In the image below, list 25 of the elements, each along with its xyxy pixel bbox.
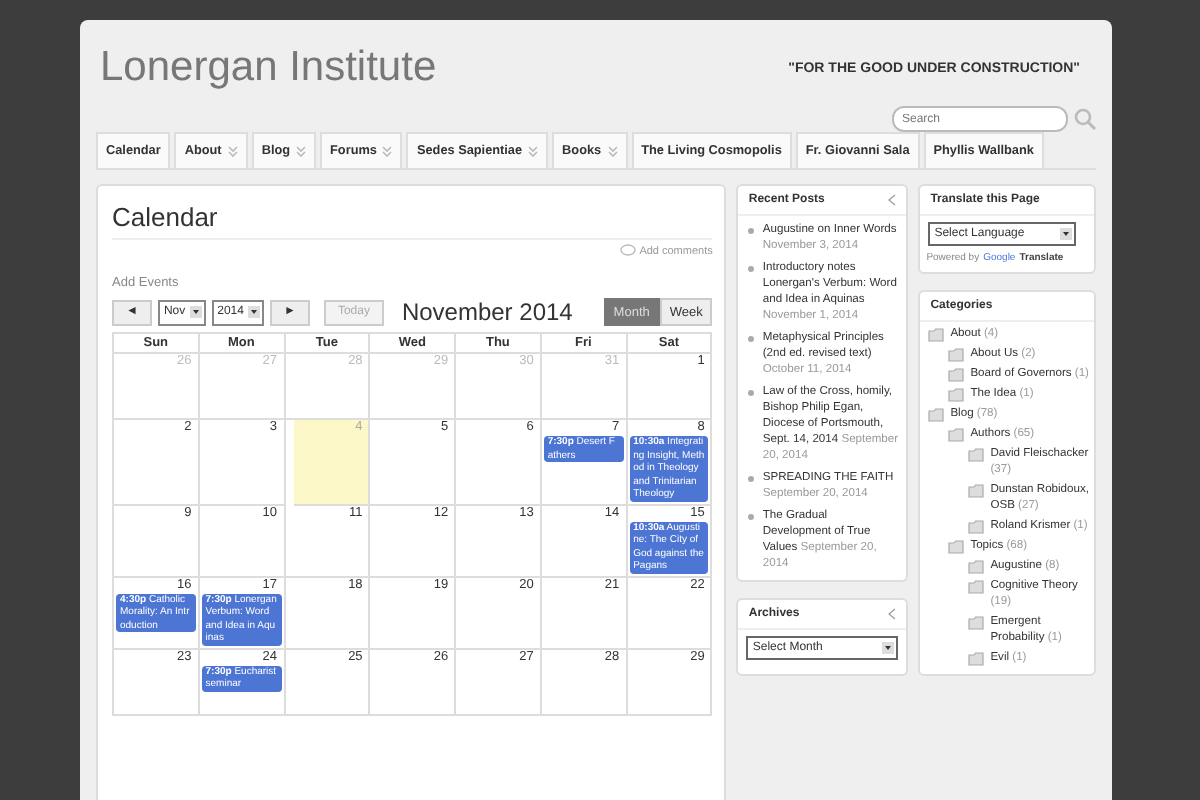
chevron-icon <box>607 145 618 157</box>
dropdown-arrow-icon <box>1060 228 1073 240</box>
bullet-icon <box>748 266 755 272</box>
bullet-icon <box>748 228 755 234</box>
page-title: Calendar <box>112 198 713 240</box>
chevron-icon <box>227 145 238 157</box>
month-heading: November 2014 <box>401 298 573 326</box>
site-title[interactable]: Lonergan Institute <box>100 44 437 92</box>
comment-icon <box>619 244 636 258</box>
bullet-icon <box>748 336 755 342</box>
dropdown-arrow-icon <box>882 642 895 654</box>
search-icon[interactable] <box>1074 108 1096 130</box>
chevron-icon <box>382 145 393 157</box>
chevron-icon <box>296 145 307 157</box>
dropdown-arrow-icon <box>189 306 202 318</box>
folder-icon <box>968 616 985 630</box>
folder-icon <box>968 652 985 666</box>
bullet-icon <box>748 514 755 520</box>
collapse-icon[interactable] <box>888 194 897 206</box>
chevron-icon <box>528 145 539 157</box>
bullet-icon <box>748 476 755 482</box>
collapse-icon[interactable] <box>888 608 897 620</box>
bullet-icon <box>748 390 755 396</box>
dropdown-arrow-icon <box>247 306 260 318</box>
folder-icon <box>968 484 985 498</box>
